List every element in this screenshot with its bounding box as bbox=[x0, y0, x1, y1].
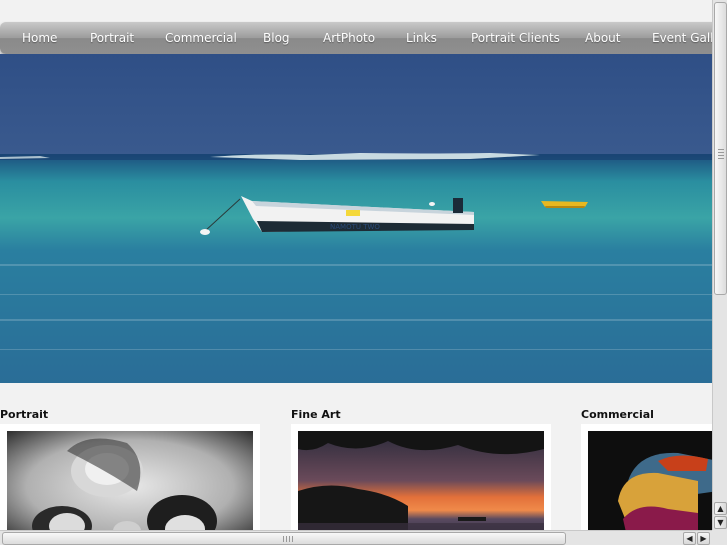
nav-event-gallery[interactable]: Event Galle bbox=[652, 31, 712, 45]
scroll-left-button[interactable]: ◀ bbox=[683, 532, 696, 545]
hero-seascape: NAMOTU TWO bbox=[0, 54, 712, 383]
fine-art-section: Fine Art bbox=[291, 408, 551, 530]
nav-portrait[interactable]: Portrait bbox=[90, 31, 134, 45]
main-nav: Home Portrait Commercial Blog ArtPhoto L… bbox=[0, 22, 712, 54]
fine-art-thumbnail[interactable] bbox=[291, 424, 551, 530]
portrait-section: Portrait bbox=[0, 408, 260, 530]
nav-artphoto[interactable]: ArtPhoto bbox=[323, 31, 375, 45]
commercial-photo bbox=[588, 431, 712, 530]
portrait-photo bbox=[7, 431, 253, 530]
section-title-portrait: Portrait bbox=[0, 408, 49, 421]
nav-blog[interactable]: Blog bbox=[263, 31, 290, 45]
scroll-up-button[interactable]: ▲ bbox=[714, 502, 727, 515]
boat-name-text: NAMOTU TWO bbox=[330, 223, 380, 231]
vertical-scroll-thumb[interactable] bbox=[714, 2, 727, 295]
nav-home[interactable]: Home bbox=[22, 31, 57, 45]
section-title-fine-art: Fine Art bbox=[291, 408, 341, 421]
scroll-down-button[interactable]: ▼ bbox=[714, 516, 727, 529]
commercial-thumbnail[interactable] bbox=[581, 424, 712, 530]
section-title-commercial: Commercial bbox=[581, 408, 654, 421]
horizontal-scroll-thumb[interactable] bbox=[2, 532, 566, 545]
scrollbar-corner bbox=[712, 530, 727, 545]
commercial-section: Commercial bbox=[581, 408, 712, 530]
nav-links[interactable]: Links bbox=[406, 31, 437, 45]
fine-art-photo bbox=[298, 431, 544, 530]
nav-portrait-clients[interactable]: Portrait Clients bbox=[471, 31, 560, 45]
page-viewport: Home Portrait Commercial Blog ArtPhoto L… bbox=[0, 0, 712, 530]
vertical-scrollbar[interactable]: ▲ ▼ bbox=[712, 0, 727, 530]
scroll-right-button[interactable]: ▶ bbox=[697, 532, 710, 545]
hero-image: NAMOTU TWO bbox=[0, 54, 712, 383]
horizontal-scrollbar[interactable]: ◀ ▶ bbox=[0, 530, 712, 545]
portrait-thumbnail[interactable] bbox=[0, 424, 260, 530]
nav-about[interactable]: About bbox=[585, 31, 620, 45]
nav-commercial[interactable]: Commercial bbox=[165, 31, 237, 45]
